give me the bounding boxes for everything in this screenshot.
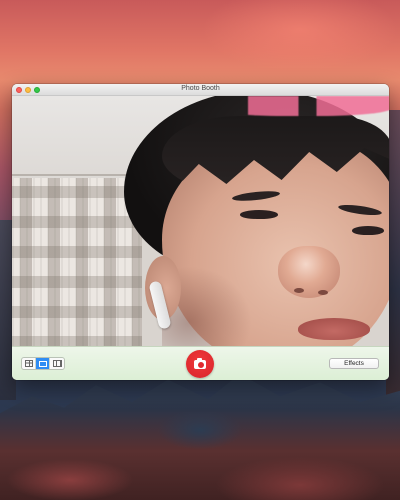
single-photo-button[interactable]	[36, 358, 50, 369]
pink-effect-overlay	[212, 96, 389, 116]
background-curtain	[12, 178, 142, 346]
grid-view-button[interactable]	[22, 358, 36, 369]
effects-button[interactable]: Effects	[329, 358, 379, 369]
lips	[298, 318, 370, 340]
bottom-toolbar: Effects	[12, 346, 389, 380]
left-nostril	[294, 288, 304, 293]
photo-booth-window[interactable]: Photo Booth Effects	[12, 84, 389, 380]
curtain-rail	[12, 174, 142, 176]
camera-icon	[194, 357, 206, 369]
wallpaper-mountain	[0, 374, 400, 500]
view-mode-toggle	[21, 357, 65, 370]
camera-preview	[12, 96, 389, 346]
filmstrip-button[interactable]	[50, 358, 64, 369]
left-eye	[240, 210, 278, 219]
filmstrip-icon	[52, 360, 62, 367]
take-photo-button[interactable]	[186, 350, 214, 378]
right-eye	[352, 226, 384, 235]
right-nostril	[318, 290, 328, 295]
single-photo-icon	[38, 360, 47, 367]
title-bar[interactable]: Photo Booth	[12, 84, 389, 96]
grid-view-icon	[24, 360, 33, 367]
nose	[278, 246, 340, 298]
window-title: Photo Booth	[181, 85, 220, 92]
